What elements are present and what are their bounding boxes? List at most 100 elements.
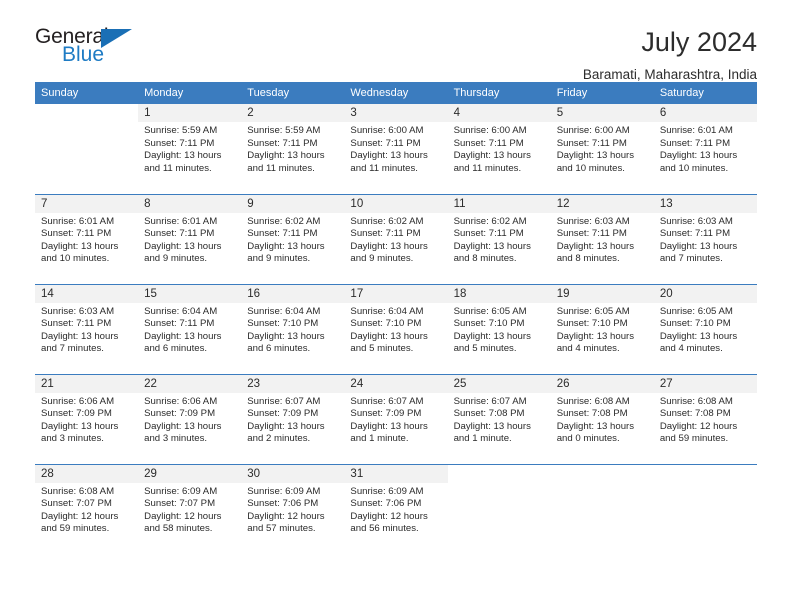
sunset-text: Sunset: 7:10 PM (556, 318, 628, 330)
calendar-day-cell[interactable]: 4 Sunrise: 6:00 AM Sunset: 7:11 PM Daylight… (447, 104, 551, 194)
day-details: Sunrise: 6:03 AM Sunset: 7:11 PM Daylight:… (551, 213, 654, 266)
sunset-text: Sunset: 7:07 PM (144, 498, 216, 510)
sunset-text: Sunset: 7:10 PM (247, 318, 319, 330)
calendar-day-cell[interactable]: 20 Sunrise: 6:05 AM Sunset: 7:10 PM Dayligh… (653, 283, 757, 374)
calendar-day-cell[interactable]: 13 Sunrise: 6:03 AM Sunset: 7:11 PM Dayligh… (653, 193, 757, 284)
calendar-day-cell (653, 463, 757, 554)
calendar-week-row: 7 Sunrise: 6:01 AM Sunset: 7:11 PM Daylight… (35, 193, 757, 284)
day-number: 6 (653, 104, 757, 122)
sunrise-text: Sunrise: 6:08 AM (556, 395, 630, 407)
calendar-day-cell[interactable]: 17 Sunrise: 6:04 AM Sunset: 7:10 PM Dayligh… (344, 283, 448, 374)
sunset-text: Sunset: 7:11 PM (144, 228, 215, 240)
sunrise-text: Sunrise: 5:59 AM (247, 125, 321, 136)
calendar-day-cell[interactable]: 10 Sunrise: 6:02 AM Sunset: 7:11 PM Dayligh… (344, 193, 448, 284)
calendar-day-cell[interactable]: 24 Sunrise: 6:07 AM Sunset: 7:09 PM Dayligh… (344, 373, 448, 464)
calendar-day-cell[interactable]: 16 Sunrise: 6:04 AM Sunset: 7:10 PM Dayligh… (241, 283, 345, 374)
calendar-day-cell[interactable]: 2 Sunrise: 5:59 AM Sunset: 7:11 PM Daylight… (241, 104, 345, 194)
calendar-day-cell[interactable]: 11 Sunrise: 6:02 AM Sunset: 7:11 PM Dayligh… (447, 193, 551, 284)
calendar-day-cell[interactable]: 26 Sunrise: 6:08 AM Sunset: 7:08 PM Dayligh… (550, 373, 654, 464)
day-cell: 7 Sunrise: 6:01 AM Sunset: 7:11 PM Daylight… (35, 194, 139, 284)
sunset-text: Sunset: 7:11 PM (247, 137, 318, 149)
sunset-text: Sunset: 7:06 PM (247, 498, 319, 510)
day-cell: 24 Sunrise: 6:07 AM Sunset: 7:09 PM Dayligh… (344, 374, 448, 464)
day-cell: 2 Sunrise: 5:59 AM Sunset: 7:11 PM Daylight… (241, 104, 345, 193)
sunrise-text: Sunrise: 6:08 AM (41, 485, 115, 497)
calendar-day-cell[interactable]: 31 Sunrise: 6:09 AM Sunset: 7:06 PM Dayligh… (344, 463, 448, 554)
day-number: 25 (447, 374, 551, 393)
sunrise-text: Sunrise: 6:04 AM (144, 305, 218, 317)
calendar-day-cell[interactable]: 9 Sunrise: 6:02 AM Sunset: 7:11 PM Daylight… (241, 193, 345, 284)
day-cell: 18 Sunrise: 6:05 AM Sunset: 7:10 PM Dayligh… (447, 284, 551, 374)
day-cell: 5 Sunrise: 6:00 AM Sunset: 7:11 PM Daylight… (550, 104, 654, 193)
day-cell: 3 Sunrise: 6:00 AM Sunset: 7:11 PM Daylight… (344, 104, 448, 193)
daylight-text: Daylight: 13 hours and 4 minutes. (659, 330, 738, 355)
triangle-icon (101, 29, 132, 48)
day-details: Sunrise: 6:00 AM Sunset: 7:11 PM Daylight:… (344, 122, 447, 175)
sunset-text: Sunset: 7:11 PM (556, 137, 627, 149)
calendar-day-cell[interactable]: 1 Sunrise: 5:59 AM Sunset: 7:11 PM Daylight… (138, 104, 242, 194)
calendar-day-cell[interactable]: 23 Sunrise: 6:07 AM Sunset: 7:09 PM Dayligh… (241, 373, 345, 464)
sunset-text: Sunset: 7:10 PM (453, 318, 525, 330)
day-number: 9 (241, 194, 345, 213)
calendar-day-cell[interactable]: 15 Sunrise: 6:04 AM Sunset: 7:11 PM Dayligh… (138, 283, 242, 374)
calendar-day-cell[interactable]: 3 Sunrise: 6:00 AM Sunset: 7:11 PM Daylight… (344, 104, 448, 194)
brand-name-blue: Blue (62, 43, 105, 66)
day-details: Sunrise: 6:00 AM Sunset: 7:11 PM Daylight:… (551, 122, 654, 175)
title-block: July 2024 Baramati, Maharashtra, India (583, 26, 757, 83)
calendar-day-cell[interactable]: 19 Sunrise: 6:05 AM Sunset: 7:10 PM Dayligh… (550, 283, 654, 374)
day-details: Sunrise: 6:08 AM Sunset: 7:08 PM Daylight:… (551, 393, 654, 446)
calendar-day-cell[interactable]: 8 Sunrise: 6:01 AM Sunset: 7:11 PM Daylight… (138, 193, 242, 284)
daylight-text: Daylight: 13 hours and 11 minutes. (453, 150, 531, 174)
calendar-day-cell[interactable]: 21 Sunrise: 6:06 AM Sunset: 7:09 PM Dayligh… (35, 373, 139, 464)
daylight-text: Daylight: 13 hours and 7 minutes. (659, 240, 738, 265)
weekday-header-thursday: Thursday (447, 82, 551, 104)
calendar-day-cell[interactable]: 28 Sunrise: 6:08 AM Sunset: 7:07 PM Dayligh… (35, 463, 139, 554)
brand-logo[interactable]: General Blue (35, 26, 185, 76)
day-cell: 22 Sunrise: 6:06 AM Sunset: 7:09 PM Dayligh… (138, 374, 242, 464)
calendar-day-cell[interactable]: 14 Sunrise: 6:03 AM Sunset: 7:11 PM Dayligh… (35, 283, 139, 374)
day-number: 20 (653, 284, 757, 303)
day-number: 11 (447, 194, 551, 213)
day-cell: 13 Sunrise: 6:03 AM Sunset: 7:11 PM Dayligh… (653, 194, 757, 284)
daylight-text: Daylight: 13 hours and 9 minutes. (247, 240, 325, 265)
empty-day (35, 104, 139, 193)
day-cell: 21 Sunrise: 6:06 AM Sunset: 7:09 PM Dayligh… (35, 374, 139, 464)
weekday-header-tuesday: Tuesday (241, 82, 345, 104)
calendar-page: General Blue July 2024 Baramati, Maharas… (0, 0, 792, 612)
sunrise-text: Sunrise: 6:03 AM (659, 215, 733, 227)
sunrise-text: Sunrise: 6:05 AM (659, 305, 733, 317)
calendar-day-cell[interactable]: 7 Sunrise: 6:01 AM Sunset: 7:11 PM Daylight… (35, 193, 139, 284)
day-details: Sunrise: 6:02 AM Sunset: 7:11 PM Daylight:… (241, 213, 344, 266)
sunrise-text: Sunrise: 6:05 AM (556, 305, 630, 317)
sunrise-text: Sunrise: 6:00 AM (556, 125, 630, 136)
day-details: Sunrise: 6:02 AM Sunset: 7:11 PM Daylight:… (448, 213, 551, 266)
day-cell: 19 Sunrise: 6:05 AM Sunset: 7:10 PM Dayligh… (550, 284, 654, 374)
calendar-day-cell[interactable]: 12 Sunrise: 6:03 AM Sunset: 7:11 PM Dayligh… (550, 193, 654, 284)
daylight-text: Daylight: 13 hours and 6 minutes. (144, 330, 222, 355)
day-cell: 31 Sunrise: 6:09 AM Sunset: 7:06 PM Dayligh… (344, 464, 448, 554)
calendar-day-cell[interactable]: 30 Sunrise: 6:09 AM Sunset: 7:06 PM Dayligh… (241, 463, 345, 554)
calendar-day-cell[interactable]: 18 Sunrise: 6:05 AM Sunset: 7:10 PM Dayligh… (447, 283, 551, 374)
calendar-week-row: 21 Sunrise: 6:06 AM Sunset: 7:09 PM Dayligh… (35, 373, 757, 464)
calendar-day-cell (35, 104, 139, 194)
sunrise-text: Sunrise: 6:09 AM (144, 485, 218, 497)
day-number: 28 (35, 464, 139, 483)
daylight-text: Daylight: 12 hours and 59 minutes. (659, 420, 738, 445)
day-details: Sunrise: 5:59 AM Sunset: 7:11 PM Daylight:… (241, 122, 344, 175)
day-number: 30 (241, 464, 345, 483)
calendar-day-cell[interactable]: 29 Sunrise: 6:09 AM Sunset: 7:07 PM Dayligh… (138, 463, 242, 554)
calendar-day-cell[interactable]: 27 Sunrise: 6:08 AM Sunset: 7:08 PM Dayligh… (653, 373, 757, 464)
calendar-day-cell[interactable]: 6 Sunrise: 6:01 AM Sunset: 7:11 PM Daylight… (653, 104, 757, 194)
sunset-text: Sunset: 7:09 PM (247, 408, 319, 420)
calendar-day-cell[interactable]: 25 Sunrise: 6:07 AM Sunset: 7:08 PM Dayligh… (447, 373, 551, 464)
sunset-text: Sunset: 7:11 PM (659, 137, 731, 149)
calendar-day-cell[interactable]: 22 Sunrise: 6:06 AM Sunset: 7:09 PM Dayligh… (138, 373, 242, 464)
day-details: Sunrise: 6:01 AM Sunset: 7:11 PM Daylight:… (35, 213, 138, 266)
calendar-day-cell[interactable]: 5 Sunrise: 6:00 AM Sunset: 7:11 PM Daylight… (550, 104, 654, 194)
day-details: Sunrise: 6:04 AM Sunset: 7:10 PM Daylight:… (241, 303, 344, 356)
day-details: Sunrise: 6:01 AM Sunset: 7:11 PM Daylight:… (138, 213, 241, 266)
day-cell: 12 Sunrise: 6:03 AM Sunset: 7:11 PM Dayligh… (550, 194, 654, 284)
day-number: 22 (138, 374, 242, 393)
empty-day (550, 464, 654, 554)
daylight-text: Daylight: 13 hours and 0 minutes. (556, 420, 635, 445)
